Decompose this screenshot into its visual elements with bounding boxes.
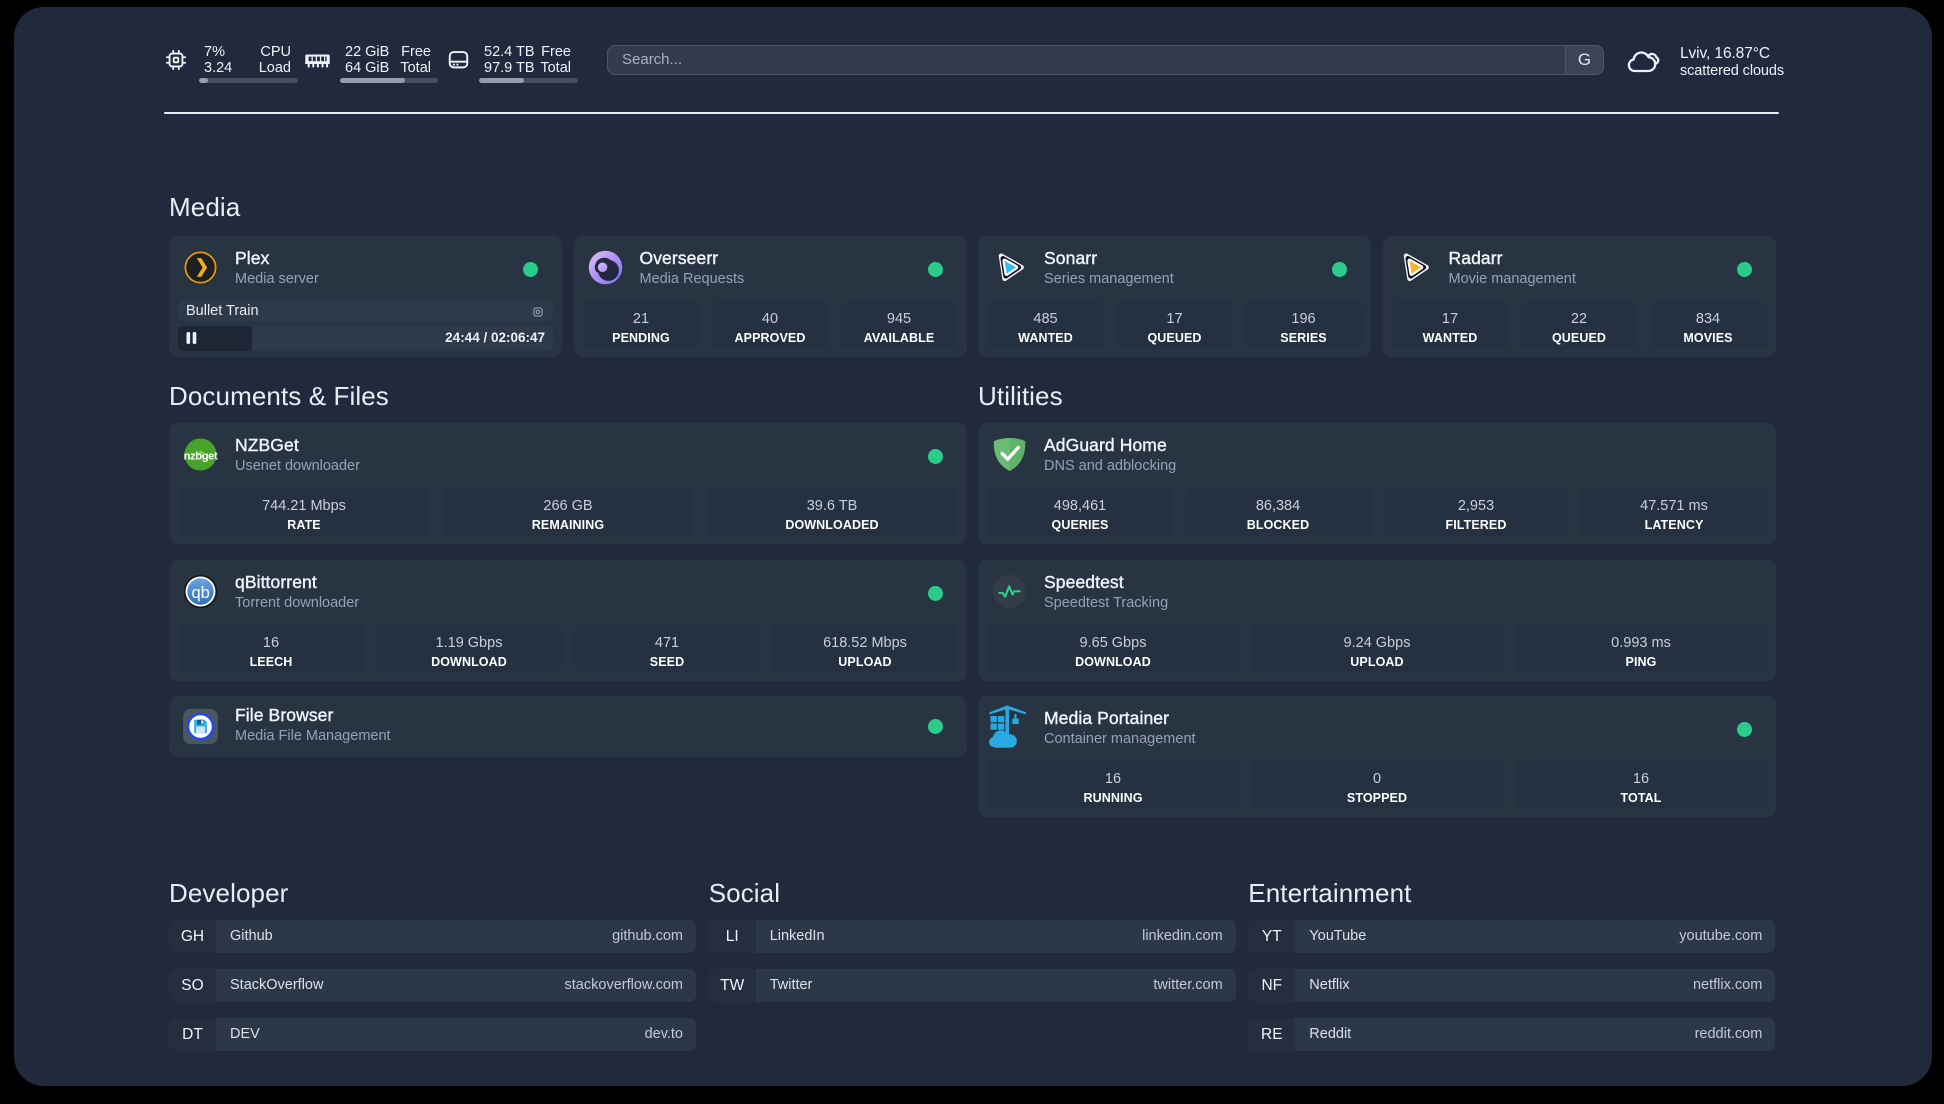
svg-text:nzbget: nzbget <box>184 450 218 462</box>
svg-text:qb: qb <box>192 583 210 602</box>
